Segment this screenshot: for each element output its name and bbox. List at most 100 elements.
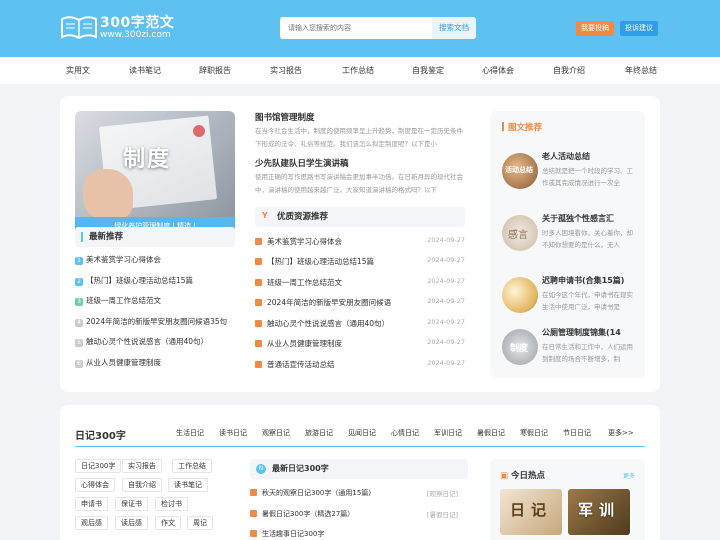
rank-number: 3	[75, 298, 83, 306]
featured-thumb[interactable]: 感言	[502, 215, 538, 251]
tag[interactable]: 周记	[187, 516, 213, 530]
latest-header: 最新推荐	[75, 227, 235, 247]
doc-icon	[255, 361, 262, 368]
item-date: 2024-09-27	[427, 318, 465, 326]
tag[interactable]: 心得体会	[75, 478, 115, 492]
hot-image-text: 军训	[577, 501, 620, 519]
nav-item[interactable]: 实习报告	[270, 57, 302, 84]
brand-name: 300字范文	[100, 15, 175, 31]
list-item-text: 从业人员健康管理制度	[267, 339, 342, 348]
featured-thumb[interactable]	[502, 277, 538, 313]
article-desc: 在当今社会生活中，制度的使用频率呈上升趋势，制度是在一定历史条件下形成的法令、礼…	[255, 127, 463, 148]
nav-item[interactable]: 自我介绍	[553, 57, 585, 84]
list-item[interactable]: 普通话宣传活动总结 2024-09-27	[255, 359, 465, 373]
tag[interactable]: 实习报告	[122, 459, 162, 473]
diary-tab[interactable]: 暑假日记	[477, 428, 505, 438]
doc-icon	[255, 340, 262, 347]
nav-item[interactable]: 工作总结	[342, 57, 374, 84]
featured-item-title[interactable]: 关于孤独个性感言汇	[542, 213, 642, 224]
featured-item-title[interactable]: 老人活动总结	[542, 151, 642, 162]
list-item[interactable]: 从业人员健康管理制度 2024-09-27	[255, 338, 465, 352]
doc-icon	[255, 279, 262, 286]
diary-tab[interactable]: 节日日记	[563, 428, 591, 438]
doc-icon	[250, 530, 257, 537]
list-item[interactable]: 班级一周工作总结范文 2024-09-27	[255, 277, 465, 291]
doc-icon	[255, 320, 262, 327]
doc-icon	[255, 258, 262, 265]
list-item[interactable]: 4 2024年简洁的新版早安朋友圈问候语35句	[75, 316, 235, 330]
thumb-text: 感言	[508, 230, 528, 241]
list-item-text: 普通话宣传活动总结	[267, 360, 335, 369]
nav-item[interactable]: 读书笔记	[129, 57, 161, 84]
list-item[interactable]: 秋天的观察日记300字（通用15篇） [观察日记]	[250, 488, 468, 502]
search-input[interactable]	[280, 17, 432, 39]
diary-tab[interactable]: 旅游日记	[305, 428, 333, 438]
tag[interactable]: 工作总结	[172, 459, 212, 473]
nav-item[interactable]: 心得体会	[482, 57, 514, 84]
tag[interactable]: 自我介绍	[122, 478, 162, 492]
tag[interactable]: 观后感	[75, 516, 108, 530]
featured-title: 图文推荐	[508, 123, 543, 133]
doc-icon	[255, 299, 262, 306]
list-item-text: 美术鉴赏学习心得体会	[267, 237, 342, 246]
diary-tab[interactable]: 生活日记	[176, 428, 204, 438]
featured-thumb[interactable]: 制度	[502, 329, 538, 365]
book-logo-icon	[61, 16, 97, 39]
hero-image[interactable]: 制度	[75, 111, 235, 217]
diary-title[interactable]: 日记300字	[75, 427, 126, 442]
hot-image-text: 日记	[509, 501, 552, 519]
diary-tab-more[interactable]: 更多>>	[608, 428, 634, 438]
list-item[interactable]: 3 班级一周工作总结范文	[75, 295, 235, 309]
tag[interactable]: 读书笔记	[168, 478, 208, 492]
tag[interactable]: 检讨书	[155, 497, 188, 511]
site-logo[interactable]: 300字范文 www.300zi.com	[60, 12, 180, 42]
list-item[interactable]: 美术鉴赏学习心得体会 2024-09-27	[255, 236, 465, 250]
list-item[interactable]: 【热门】班级心理活动总结15篇 2024-09-27	[255, 256, 465, 270]
list-item[interactable]: 6 从业人员健康管理制度	[75, 357, 235, 371]
hot-image[interactable]: 日记	[500, 489, 562, 535]
diary-tab[interactable]: 观察日记	[262, 428, 290, 438]
tag[interactable]: 保证书	[115, 497, 148, 511]
hot-more-link[interactable]: 更多	[623, 471, 635, 480]
doc-icon	[250, 489, 257, 496]
feedback-button[interactable]: 投诉建议	[620, 21, 658, 36]
tag[interactable]: 申请书	[75, 497, 108, 511]
doc-icon	[250, 510, 257, 517]
nav-item[interactable]: 年终总结	[625, 57, 657, 84]
featured-item-title[interactable]: 公厕管理制度锦集(14	[542, 327, 642, 338]
hot-image[interactable]: 军训	[568, 489, 630, 535]
list-item[interactable]: 2 【热门】班级心理活动总结15篇	[75, 275, 235, 289]
article-title[interactable]: 少先队建队日学生演讲稿	[255, 157, 349, 169]
list-item[interactable]: 暑假日记300字（精选27篇） [暑假日记]	[250, 509, 468, 523]
tag[interactable]: 作文	[155, 516, 181, 530]
nav-item[interactable]: 辞职报告	[199, 57, 231, 84]
tag[interactable]: 日记300字	[75, 459, 122, 473]
diary-tab[interactable]: 心情日记	[391, 428, 419, 438]
rank-number: 6	[75, 360, 83, 368]
list-item[interactable]: 生活趣事日记300字	[250, 529, 468, 540]
featured-sidebar: 图文推荐 活动总结 老人活动总结 总结就是把一个时段的学习、工作或其完成情况进行…	[490, 111, 645, 378]
tag[interactable]: 读后感	[115, 516, 148, 530]
item-date: 2024-09-27	[427, 338, 465, 346]
contribute-button[interactable]: 我要投稿	[576, 21, 614, 36]
list-item[interactable]: 2024年简洁的新版早安朋友圈问候语 2024-09-27	[255, 297, 465, 311]
diary-tab[interactable]: 读书日记	[219, 428, 247, 438]
nav-item[interactable]: 自我鉴定	[412, 57, 444, 84]
main-nav: 实用文 读书笔记 辞职报告 实习报告 工作总结 自我鉴定 心得体会 自我介绍 年…	[0, 57, 720, 84]
article-title[interactable]: 图书馆管理制度	[255, 111, 315, 123]
list-item[interactable]: 触动心灵个性说说感言（通用40句） 2024-09-27	[255, 318, 465, 332]
list-item[interactable]: 5 触动心灵个性说说感言（通用40句）	[75, 336, 235, 350]
diary-tab[interactable]: 寒假日记	[520, 428, 548, 438]
brand-url: www.300zi.com	[100, 30, 171, 40]
list-item-text: 秋天的观察日记300字（通用15篇）	[262, 489, 376, 497]
diary-tab[interactable]: 军训日记	[434, 428, 462, 438]
list-item-text: 2024年简洁的新版早安朋友圈问候语	[267, 298, 392, 307]
featured-item-title[interactable]: 迟聘申请书(合集15篇)	[542, 275, 642, 286]
list-item-text: 生活趣事日记300字	[262, 530, 325, 538]
list-item[interactable]: 1 美术鉴赏学习心得体会	[75, 254, 235, 268]
nav-item[interactable]: 实用文	[66, 57, 90, 84]
featured-thumb[interactable]: 活动总结	[502, 153, 538, 189]
diary-tab[interactable]: 见闻日记	[348, 428, 376, 438]
latest-title: 最新推荐	[89, 232, 124, 242]
search-button[interactable]: 搜索文档	[432, 17, 476, 39]
